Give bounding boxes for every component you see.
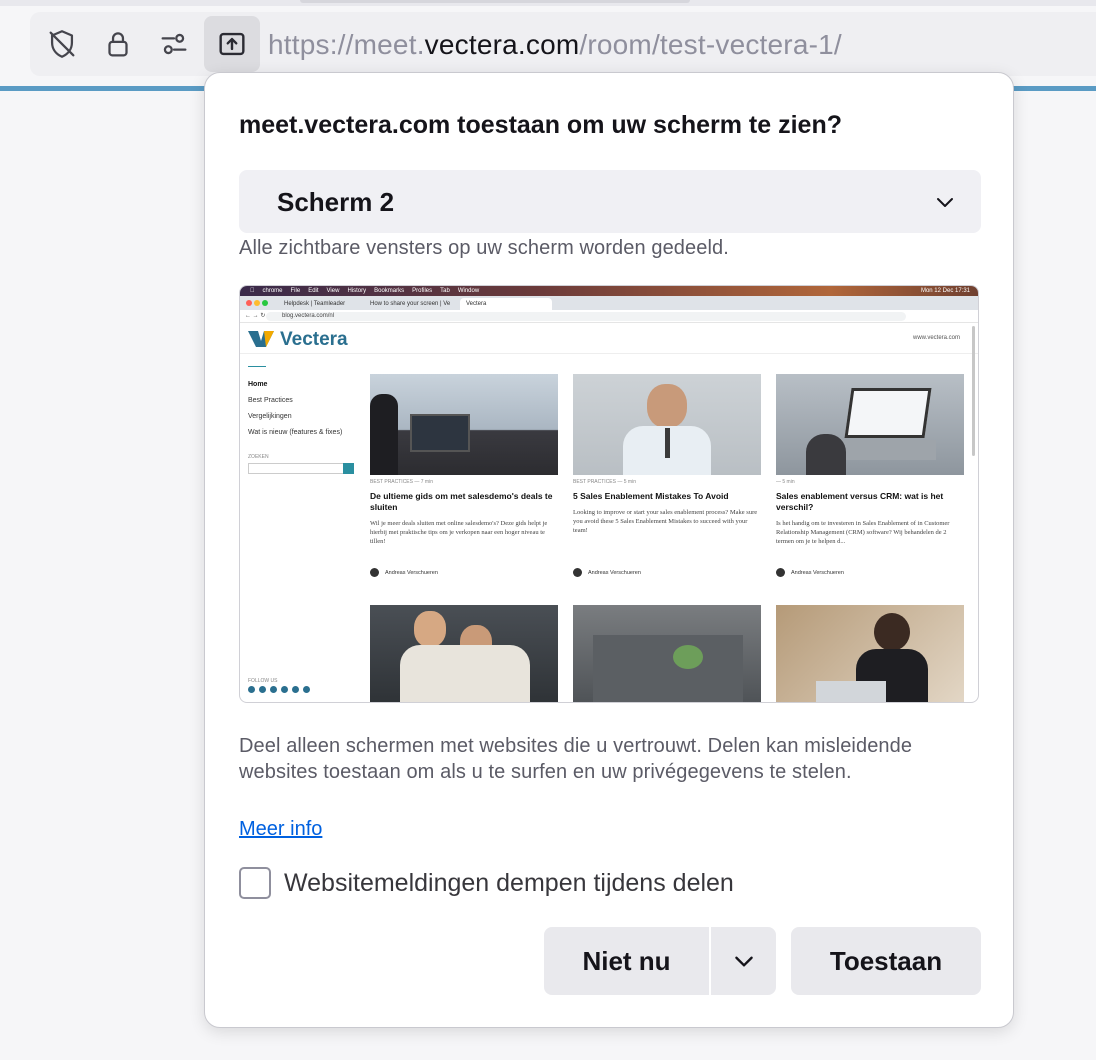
not-now-dropdown-button[interactable] (711, 927, 776, 995)
card-image (573, 374, 761, 475)
dialog-title: meet.vectera.com toestaan om uw scherm t… (239, 111, 842, 139)
preview-scrollbar (972, 326, 975, 456)
vectera-logo-icon (248, 331, 274, 347)
preview-card (573, 605, 761, 702)
lock-icon[interactable] (100, 26, 136, 62)
preview-menubar:  chrome File Edit View History Bookmark… (240, 286, 978, 296)
preview-search (248, 463, 354, 474)
chevron-down-icon (734, 956, 753, 967)
preview-card (370, 605, 558, 702)
share-description: Alle zichtbare vensters op uw scherm wor… (239, 237, 729, 259)
card-image (573, 605, 761, 702)
preview-site-header: Vectera www.vectera.com (240, 324, 978, 354)
permissions-icon[interactable] (156, 26, 192, 62)
preview-address-bar: ← → ↻ blog.vectera.com/nl (240, 310, 978, 323)
screen-preview:  chrome File Edit View History Bookmark… (239, 285, 979, 703)
screen-share-icon[interactable] (204, 16, 260, 72)
url-text[interactable]: https://meet.vectera.com/room/test-vecte… (268, 29, 842, 61)
card-image (370, 374, 558, 475)
mute-notifications-row[interactable]: Websitemeldingen dempen tijdens delen (239, 867, 734, 899)
more-info-link[interactable]: Meer info (239, 818, 322, 841)
preview-tabstrip: Helpdesk | Teamleader How to share your … (240, 296, 978, 310)
preview-card (776, 605, 964, 702)
select-value: Scherm 2 (277, 187, 395, 217)
preview-social-icons (248, 686, 310, 693)
share-warning: Deel alleen schermen met websites die u … (239, 735, 913, 783)
card-image (370, 605, 558, 702)
mute-notifications-label[interactable]: Websitemeldingen dempen tijdens delen (284, 869, 734, 898)
preview-card: BEST PRACTICES — 5 min 5 Sales Enablemen… (573, 374, 761, 577)
chevron-down-icon (937, 198, 953, 207)
preview-card: BEST PRACTICES — 7 min De ultieme gids o… (370, 374, 558, 577)
tracking-protection-icon[interactable] (44, 26, 80, 62)
mute-notifications-checkbox[interactable] (239, 867, 271, 899)
screen-share-dialog: meet.vectera.com toestaan om uw scherm t… (204, 72, 1014, 1028)
screen-source-select[interactable]: Scherm 2 (239, 170, 981, 233)
not-now-split-button: Niet nu (544, 927, 776, 995)
window-top-strip (0, 0, 1096, 6)
not-now-button[interactable]: Niet nu (544, 927, 709, 995)
url-bar[interactable]: https://meet.vectera.com/room/test-vecte… (30, 12, 1096, 76)
allow-button[interactable]: Toestaan (791, 927, 981, 995)
card-image (776, 374, 964, 475)
card-image (776, 605, 964, 702)
preview-card: — 5 min Sales enablement versus CRM: wat… (776, 374, 964, 577)
preview-sidebar: Home Best Practices Vergelijkingen Wat i… (248, 366, 358, 474)
